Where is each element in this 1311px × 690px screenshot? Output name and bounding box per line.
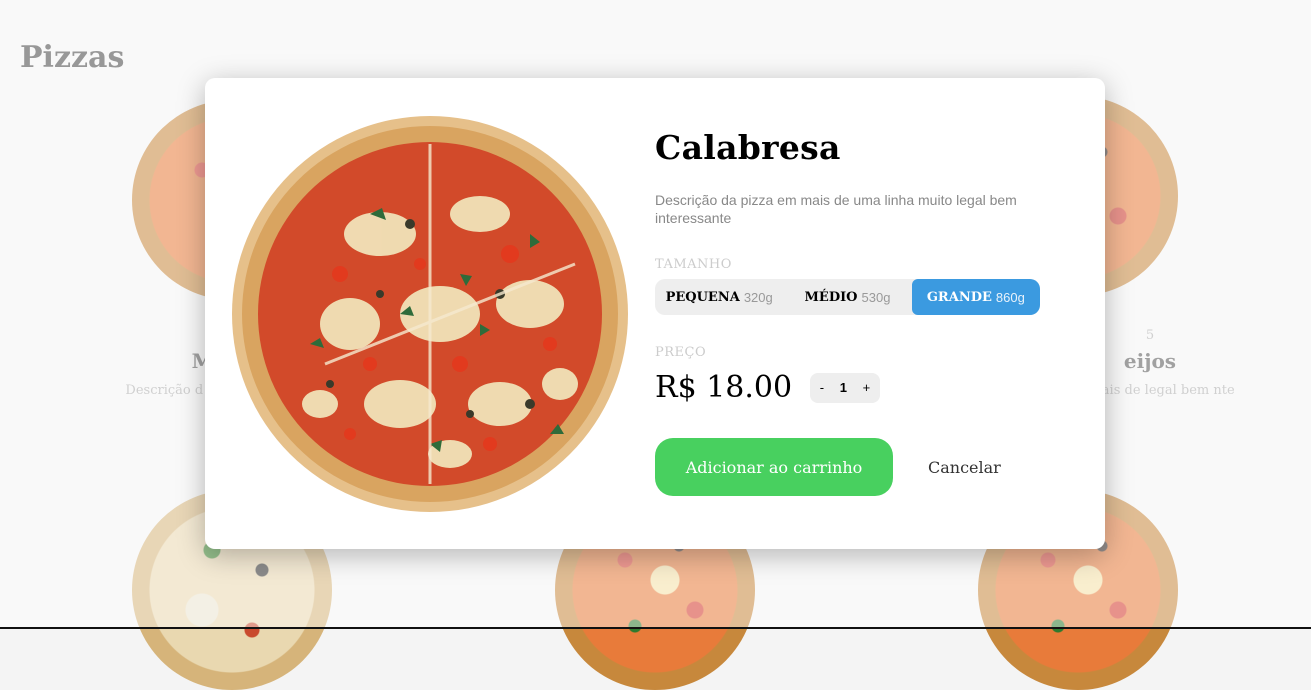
- pizza-image: [232, 116, 628, 512]
- pizza-description: Descrição da pizza em mais de uma linha …: [655, 192, 1017, 226]
- pizza-details: Calabresa Descrição da pizza em mais de …: [655, 128, 1055, 496]
- pizza-name: Calabresa: [655, 128, 841, 167]
- size-weight: 320g: [743, 289, 773, 305]
- modal-actions: Adicionar ao carrinho Cancelar: [655, 438, 1055, 496]
- decrement-button[interactable]: -: [816, 380, 828, 395]
- cancel-button[interactable]: Cancelar: [928, 458, 1001, 477]
- pizza-modal: Calabresa Descrição da pizza em mais de …: [205, 78, 1105, 549]
- price-value: R$ 18.00: [655, 370, 793, 405]
- size-selector: PEQUENA 320g MÉDIO 530g GRANDE 860g: [655, 279, 1040, 315]
- price-row: R$ 18.00 - 1 +: [655, 370, 1055, 405]
- increment-button[interactable]: +: [859, 380, 875, 395]
- size-option-medio[interactable]: MÉDIO 530g: [783, 279, 911, 315]
- size-option-grande[interactable]: GRANDE 860g: [911, 279, 1040, 315]
- size-name: PEQUENA: [665, 289, 740, 305]
- size-weight: 530g: [861, 289, 891, 305]
- size-name: MÉDIO: [804, 289, 858, 305]
- add-to-cart-button[interactable]: Adicionar ao carrinho: [655, 438, 893, 496]
- quantity-stepper: - 1 +: [810, 372, 880, 403]
- quantity-value: 1: [839, 380, 847, 395]
- size-option-pequena[interactable]: PEQUENA 320g: [655, 279, 783, 315]
- size-label: TAMANHO: [655, 257, 732, 272]
- size-name: GRANDE: [926, 289, 992, 305]
- price-label: PREÇO: [655, 345, 707, 360]
- size-weight: 860g: [995, 289, 1025, 305]
